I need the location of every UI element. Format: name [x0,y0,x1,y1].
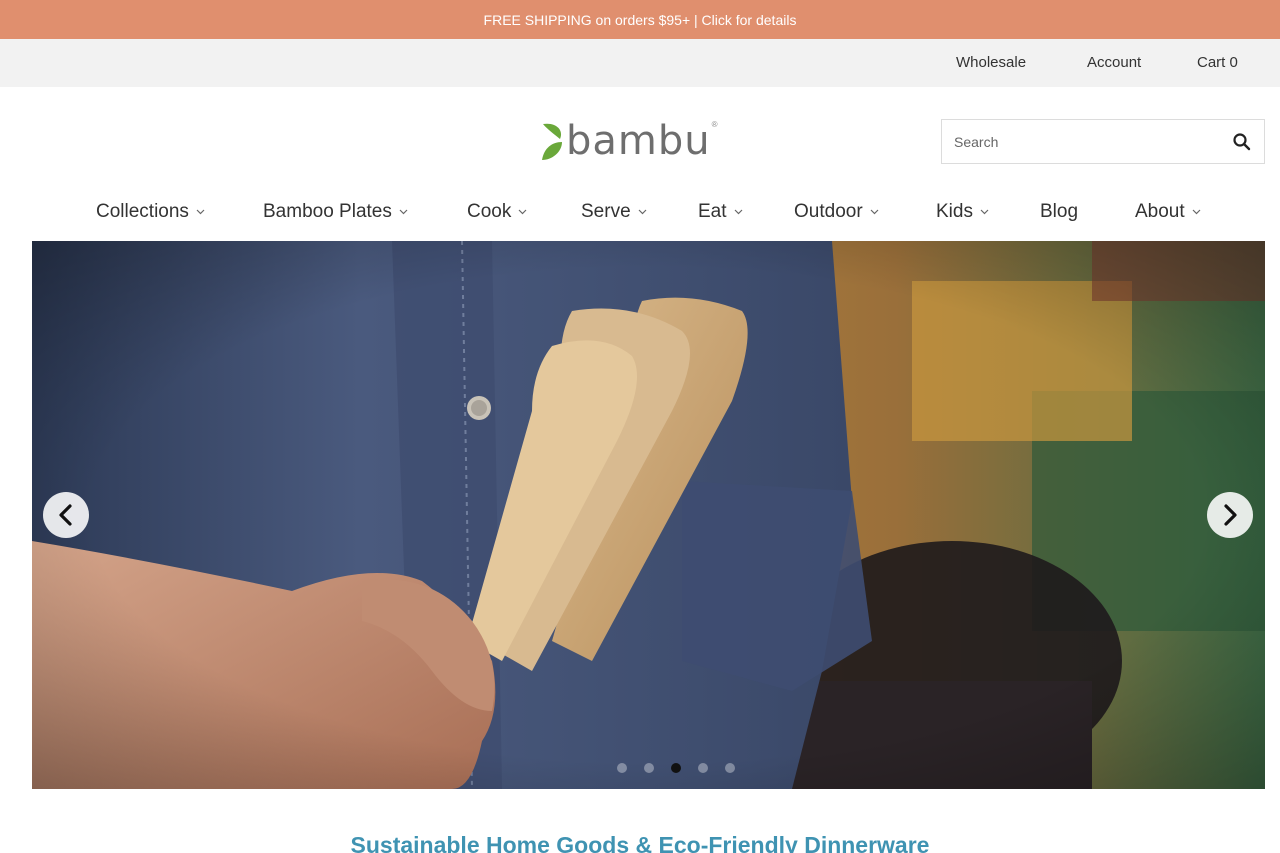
nav-about[interactable]: About [1135,190,1201,234]
chevron-down-icon [518,209,527,215]
utility-bar: Wholesale Account Cart 0 [0,39,1280,87]
page-tagline: Sustainable Home Goods & Eco-Friendly Di… [350,832,930,853]
chevron-right-icon [1224,504,1237,526]
slideshow-pagination [617,763,752,773]
hero-image [32,241,1265,789]
slide-dot-4[interactable] [698,763,708,773]
nav-label: Bamboo Plates [263,201,392,222]
account-link[interactable]: Account [1087,39,1141,87]
registered-mark: ® [711,120,718,129]
nav-label: About [1135,201,1185,222]
nav-bamboo-plates[interactable]: Bamboo Plates [263,190,408,234]
nav-label: Serve [581,201,631,222]
nav-cook[interactable]: Cook [467,190,527,234]
logo-wordmark: bambu [566,118,711,164]
site-logo[interactable]: bambu ® [540,116,718,166]
chevron-down-icon [870,209,879,215]
slide-dot-5[interactable] [725,763,735,773]
nav-label: Outdoor [794,201,863,222]
chevron-down-icon [638,209,647,215]
nav-kids[interactable]: Kids [936,190,989,234]
nav-label: Eat [698,201,727,222]
chevron-down-icon [734,209,742,215]
nav-blog[interactable]: Blog [1040,190,1078,234]
nav-eat[interactable]: Eat [698,190,743,234]
nav-label: Collections [96,201,189,222]
nav-label: Cook [467,201,512,222]
chevron-down-icon [1192,209,1201,215]
search-box [941,119,1265,164]
chevron-down-icon [399,209,408,215]
chevron-left-icon [59,504,72,526]
slideshow-prev-button[interactable] [43,492,89,538]
promo-text: FREE SHIPPING on orders $95+ | Click for… [483,11,797,28]
nav-serve[interactable]: Serve [581,190,647,234]
slide-dot-3[interactable] [671,763,681,773]
nav-label: Kids [936,201,973,222]
wholesale-link[interactable]: Wholesale [956,39,1026,87]
cart-link[interactable]: Cart 0 [1197,39,1238,87]
chevron-down-icon [196,209,205,215]
nav-label: Blog [1040,201,1079,222]
slideshow-next-button[interactable] [1207,492,1253,538]
bamboo-leaf-icon [542,123,562,160]
nav-collections[interactable]: Collections [96,190,205,234]
slide-dot-1[interactable] [617,763,627,773]
nav-outdoor[interactable]: Outdoor [794,190,879,234]
search-input[interactable] [942,120,1222,163]
hero-slideshow [32,241,1265,789]
chevron-down-icon [980,209,989,215]
slide-dot-2[interactable] [644,763,654,773]
main-navigation: Collections Bamboo Plates Cook Serve Eat… [0,190,1280,234]
search-icon[interactable] [1232,132,1252,152]
promo-banner[interactable]: FREE SHIPPING on orders $95+ | Click for… [0,0,1280,39]
